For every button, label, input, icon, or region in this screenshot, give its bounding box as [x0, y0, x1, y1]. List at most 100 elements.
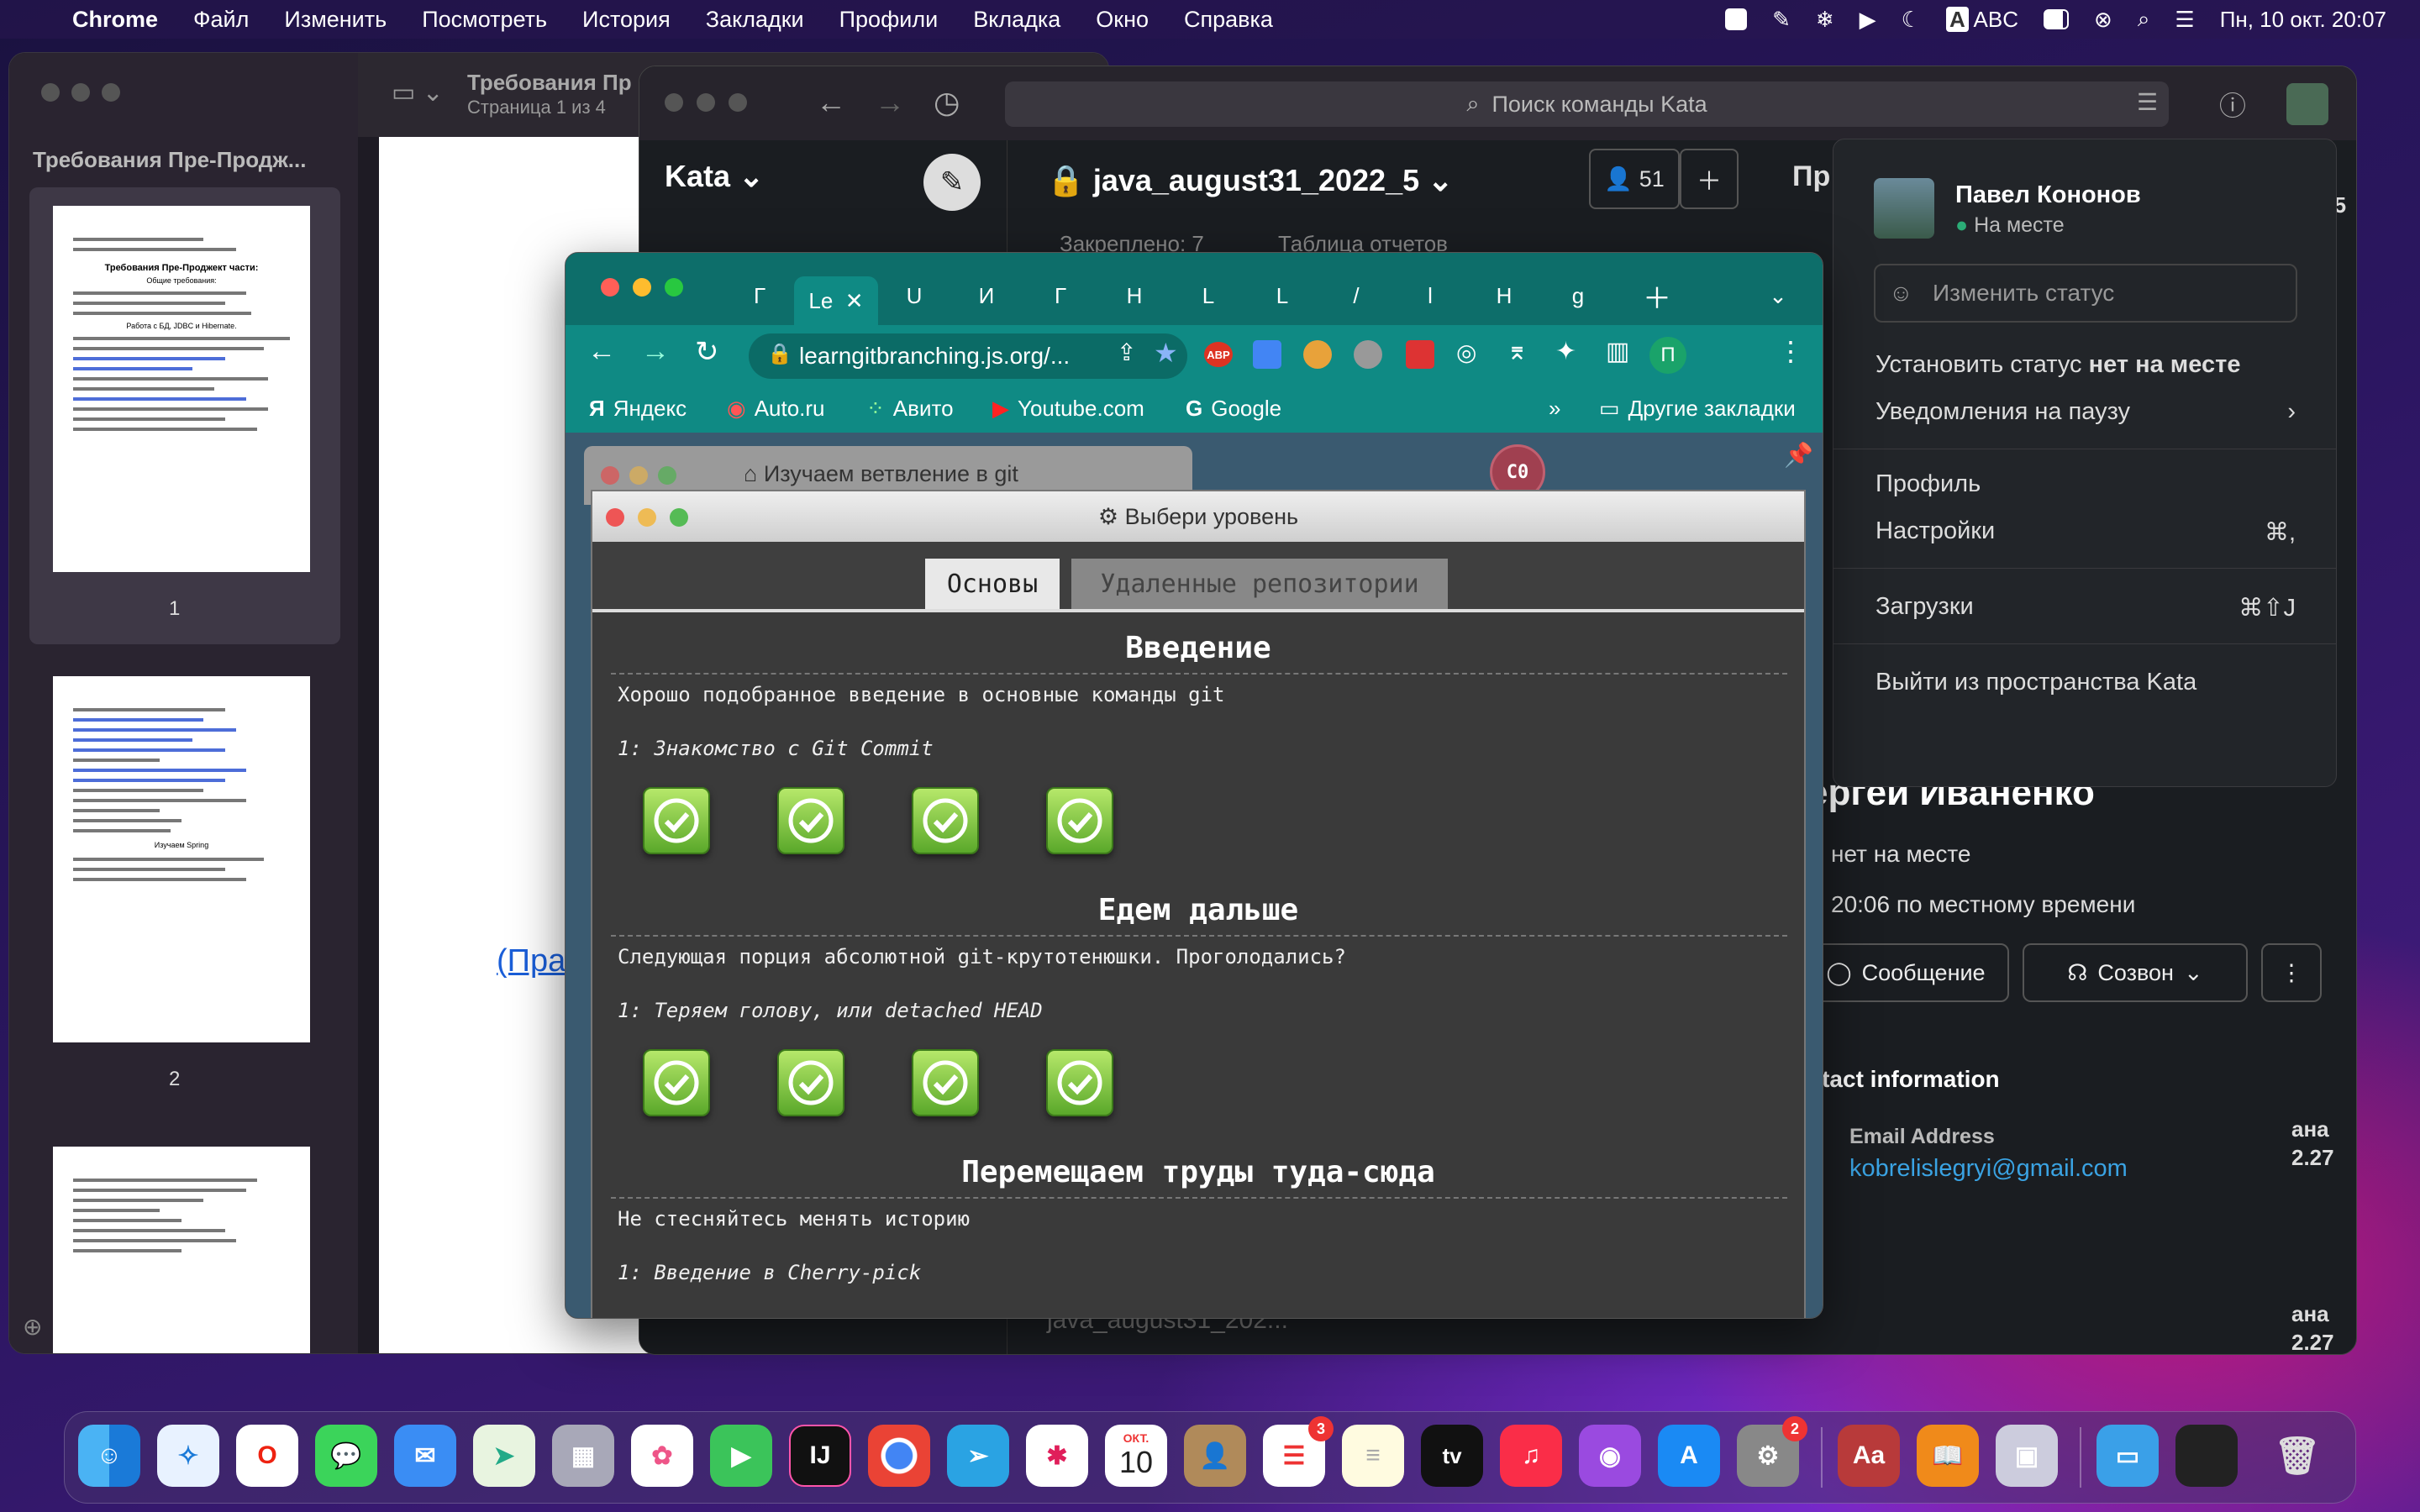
- tab-active[interactable]: Le ✕: [794, 276, 878, 325]
- battery-icon[interactable]: [2044, 9, 2070, 29]
- more-options-icon[interactable]: ⋮: [2261, 943, 2322, 1002]
- close-button[interactable]: [601, 466, 619, 485]
- bookmarks-overflow-icon[interactable]: »: [1549, 396, 1560, 422]
- menu-profile[interactable]: Профиль: [1876, 470, 1981, 498]
- zoom-button[interactable]: [658, 466, 676, 485]
- launchpad-icon[interactable]: ▦: [552, 1425, 614, 1487]
- tab-remote[interactable]: Удаленные репозитории: [1071, 559, 1448, 609]
- message-button[interactable]: ◯ Сообщение: [1802, 943, 2009, 1002]
- level-complete-icon[interactable]: [912, 1049, 979, 1116]
- control-icon[interactable]: ⊗: [2094, 7, 2112, 33]
- bookmark-youtube[interactable]: ▶ Youtube.com: [992, 396, 1144, 422]
- slack-icon[interactable]: ✱: [1026, 1425, 1088, 1487]
- page-thumbnail-1[interactable]: Требования Пре-Проджект части: Общие тре…: [53, 206, 310, 572]
- safari-icon[interactable]: ✧: [157, 1425, 219, 1487]
- status-app-icon[interactable]: [1725, 8, 1748, 30]
- downloads-folder-icon[interactable]: ▭: [2096, 1425, 2159, 1487]
- email-link[interactable]: kobrelislegryi@gmail.com: [1849, 1155, 2128, 1183]
- close-button[interactable]: [41, 83, 60, 102]
- call-button[interactable]: ☊ Созвон ⌄: [2023, 943, 2248, 1002]
- bookmark-auto[interactable]: ◉ Auto.ru: [727, 396, 825, 422]
- extension-icon[interactable]: [1406, 340, 1434, 369]
- menu-help[interactable]: Справка: [1184, 7, 1273, 33]
- close-button[interactable]: [606, 508, 624, 527]
- kebab-menu-icon[interactable]: ⋮: [1777, 335, 1804, 367]
- feather-icon[interactable]: ✎: [1772, 7, 1791, 33]
- level-complete-icon[interactable]: [1046, 1049, 1113, 1116]
- extension-icon[interactable]: [1354, 340, 1382, 369]
- menu-tab[interactable]: Вкладка: [973, 7, 1060, 33]
- filter-icon[interactable]: ☰: [2137, 88, 2158, 116]
- tab[interactable]: L: [1246, 276, 1318, 315]
- dictionary-icon[interactable]: Aa: [1838, 1425, 1900, 1487]
- tab[interactable]: Г: [723, 276, 796, 315]
- clock[interactable]: Пн, 10 окт. 20:07: [2220, 7, 2386, 33]
- minimize-button[interactable]: [638, 508, 656, 527]
- zoom-button[interactable]: [102, 83, 120, 102]
- play-icon[interactable]: ▶: [1860, 7, 1876, 33]
- members-button[interactable]: 👤 51: [1589, 149, 1680, 209]
- trash-icon[interactable]: 🗑: [2266, 1425, 2328, 1487]
- tab[interactable]: l: [1394, 276, 1466, 315]
- tab[interactable]: g: [1542, 276, 1614, 315]
- zoom-button[interactable]: [665, 278, 683, 297]
- menu-window[interactable]: Окно: [1096, 7, 1149, 33]
- tab-search-icon[interactable]: ⌄: [1742, 276, 1814, 315]
- level-complete-icon[interactable]: [643, 787, 710, 854]
- menu-downloads[interactable]: Загрузки ⌘⇧J: [1876, 593, 2296, 622]
- tab[interactable]: L: [1172, 276, 1244, 315]
- puzzle-icon[interactable]: ✦: [1555, 337, 1576, 366]
- minimize-button[interactable]: [629, 466, 648, 485]
- minimize-button[interactable]: [71, 83, 90, 102]
- tab[interactable]: Г: [1024, 276, 1097, 315]
- reload-icon[interactable]: ↻: [695, 335, 719, 369]
- bookmark-avito[interactable]: ⁘ Авито: [866, 396, 954, 422]
- tab[interactable]: U: [878, 276, 950, 315]
- menu-bookmarks[interactable]: Закладки: [706, 7, 804, 33]
- tab-basics[interactable]: Основы: [925, 559, 1060, 609]
- menu-sign-out[interactable]: Выйти из пространства Kata: [1876, 669, 2196, 696]
- search-icon[interactable]: ⌕: [2138, 6, 2150, 33]
- podcasts-icon[interactable]: ◉: [1579, 1425, 1641, 1487]
- photos-icon[interactable]: ✿: [631, 1425, 693, 1487]
- history-icon[interactable]: ◷: [934, 85, 960, 120]
- reminders-icon[interactable]: ☰ 3: [1263, 1416, 1334, 1487]
- user-avatar[interactable]: [2286, 83, 2328, 125]
- snowflake-icon[interactable]: ❄: [1816, 7, 1834, 33]
- calendar-icon[interactable]: ОКТ. 10: [1105, 1425, 1167, 1487]
- profile-avatar[interactable]: П: [1649, 337, 1686, 374]
- extension-icon[interactable]: [1303, 340, 1332, 369]
- workspace-name[interactable]: Kata ⌄: [665, 159, 764, 194]
- system-settings-icon[interactable]: ⚙ 2: [1737, 1416, 1807, 1487]
- notes-icon[interactable]: ≡: [1342, 1425, 1404, 1487]
- side-panel-icon[interactable]: ▥: [1606, 337, 1629, 366]
- back-icon[interactable]: ←: [587, 335, 616, 368]
- minimized-window[interactable]: [2175, 1425, 2238, 1487]
- menu-app-name[interactable]: Chrome: [72, 7, 158, 33]
- tab[interactable]: /: [1320, 276, 1392, 315]
- menu-set-away[interactable]: Установить статус нет на месте: [1876, 351, 2240, 379]
- app-store-icon[interactable]: A: [1658, 1425, 1720, 1487]
- menu-pause-notifications[interactable]: Уведомления на паузу ›: [1876, 398, 2296, 426]
- opera-icon[interactable]: O: [236, 1425, 298, 1487]
- level-complete-icon[interactable]: [777, 787, 844, 854]
- status-input[interactable]: ☺ Изменить статус: [1874, 264, 2297, 323]
- contacts-icon[interactable]: 👤: [1184, 1425, 1246, 1487]
- messages-icon[interactable]: 💬: [315, 1425, 377, 1487]
- extension-icon[interactable]: ◎: [1456, 339, 1476, 366]
- moon-icon[interactable]: ☾: [1902, 7, 1921, 33]
- level-complete-icon[interactable]: [643, 1049, 710, 1116]
- sidebar-toggle-icon[interactable]: ▭ ⌄: [392, 78, 444, 108]
- telegram-icon[interactable]: ➢: [947, 1425, 1009, 1487]
- extension-icon[interactable]: ⌆: [1507, 337, 1528, 366]
- menu-file[interactable]: Файл: [193, 7, 249, 33]
- minimize-button[interactable]: [633, 278, 651, 297]
- forward-icon[interactable]: →: [875, 85, 905, 120]
- input-source[interactable]: A ABC: [1945, 6, 2018, 33]
- pin-icon[interactable]: 📌: [1784, 441, 1813, 469]
- apple-tv-icon[interactable]: tv: [1421, 1425, 1483, 1487]
- adblock-icon[interactable]: ABP: [1204, 342, 1233, 367]
- tab[interactable]: Н: [1468, 276, 1540, 315]
- zoom-button[interactable]: [670, 508, 688, 527]
- finder-icon[interactable]: ☺: [78, 1425, 140, 1487]
